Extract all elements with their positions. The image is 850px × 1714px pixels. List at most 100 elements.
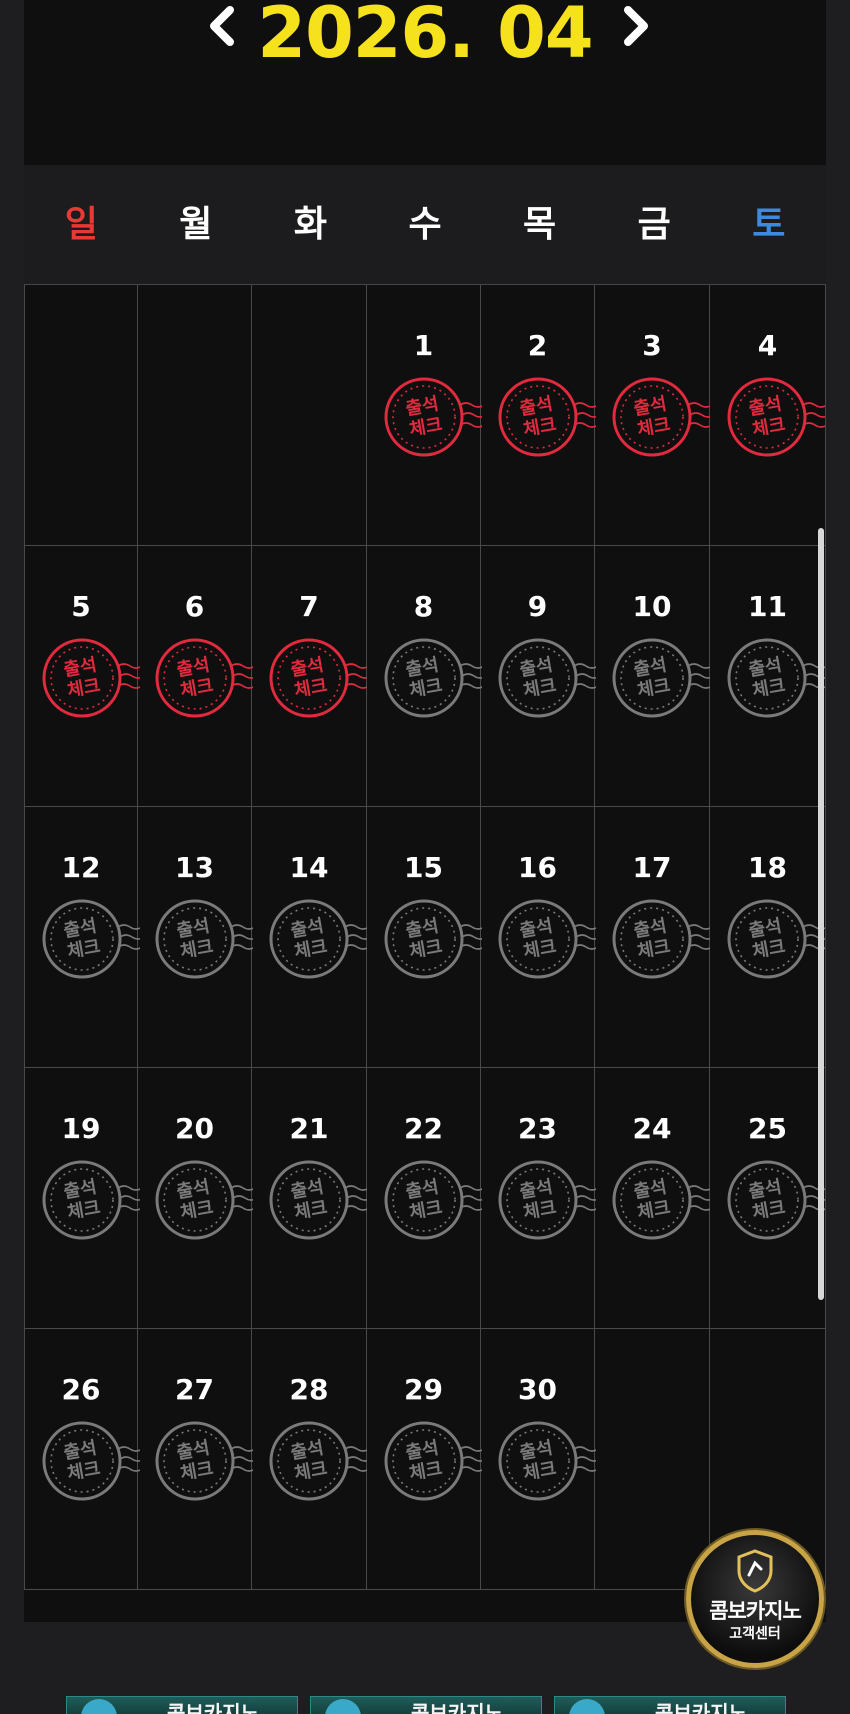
calendar-cell: 2 출석 체크 [481, 285, 601, 546]
day-number: 16 [518, 851, 557, 884]
day-number: 4 [757, 329, 778, 362]
stamp-label: 출석 체크 [165, 1170, 225, 1230]
weekday-wed: 수 [408, 204, 442, 245]
attendance-stamp-checked[interactable]: 출석 체크 [40, 636, 145, 722]
calendar-cell: 22 출석 체크 [367, 1068, 487, 1329]
calendar-cell: 19 출석 체크 [24, 1068, 145, 1329]
attendance-stamp[interactable]: 출석 체크 [382, 636, 487, 722]
attendance-stamp[interactable]: 출석 체크 [267, 1158, 372, 1244]
promo-banner-3[interactable]: 콤보카지노 [554, 1696, 786, 1714]
stamp-label: 출석 체크 [165, 1431, 225, 1491]
calendar-cell: 16 출석 체크 [481, 807, 601, 1068]
promo-banner-2[interactable]: 콤보카지노 [310, 1696, 542, 1714]
attendance-stamp[interactable]: 출석 체크 [496, 1419, 601, 1505]
attendance-stamp[interactable]: 출석 체크 [382, 1419, 487, 1505]
stamp-label: 출석 체크 [622, 1170, 682, 1230]
calendar-cell: 17 출석 체크 [595, 807, 715, 1068]
attendance-stamp[interactable]: 출석 체크 [725, 1158, 830, 1244]
customer-support-button[interactable]: 콤보카지노 고객센터 [686, 1530, 824, 1668]
calendar-cell: 13 출석 체크 [138, 807, 258, 1068]
next-month-button[interactable] [616, 4, 656, 48]
calendar-cell: 18 출석 체크 [710, 807, 830, 1068]
calendar-cell: 21 출석 체크 [252, 1068, 372, 1329]
attendance-stamp[interactable]: 출석 체크 [382, 1158, 487, 1244]
attendance-stamp[interactable]: 출석 체크 [382, 897, 487, 983]
banner-orb-icon [325, 1699, 361, 1714]
stamp-text: 체크 [407, 1197, 444, 1224]
calendar-cell: 25 출석 체크 [710, 1068, 830, 1329]
shield-icon [737, 1549, 773, 1593]
calendar-cell: 7 출석 체크 [252, 546, 372, 807]
attendance-stamp[interactable]: 출석 체크 [153, 1419, 258, 1505]
calendar-cell: 26 출석 체크 [24, 1329, 145, 1590]
stamp-label: 출석 체크 [52, 648, 112, 708]
calendar-cell: 23 출석 체크 [481, 1068, 601, 1329]
banner-orb-icon [81, 1699, 117, 1714]
promo-banner-1[interactable]: 콤보카지노 [66, 1696, 298, 1714]
attendance-stamp[interactable]: 출석 체크 [40, 1158, 145, 1244]
attendance-stamp-checked[interactable]: 출석 체크 [496, 375, 601, 461]
support-title: 콤보카지노 [709, 1599, 802, 1623]
scrollbar[interactable] [818, 528, 824, 1300]
stamp-label: 출석 체크 [508, 1431, 568, 1491]
attendance-stamp-checked[interactable]: 출석 체크 [725, 375, 830, 461]
day-number: 9 [527, 590, 548, 623]
day-number: 25 [748, 1112, 787, 1145]
stamp-text: 체크 [521, 936, 558, 963]
stamp-text: 체크 [521, 1197, 558, 1224]
attendance-stamp[interactable]: 출석 체크 [496, 636, 601, 722]
attendance-stamp[interactable]: 출석 체크 [610, 636, 715, 722]
day-number: 22 [404, 1112, 443, 1145]
attendance-stamp-checked[interactable]: 출석 체크 [382, 375, 487, 461]
attendance-stamp[interactable]: 출석 체크 [153, 897, 258, 983]
calendar-cell: 20 출석 체크 [138, 1068, 258, 1329]
attendance-stamp[interactable]: 출석 체크 [153, 1158, 258, 1244]
attendance-stamp[interactable]: 출석 체크 [725, 897, 830, 983]
day-number: 21 [289, 1112, 329, 1145]
day-number: 14 [289, 851, 329, 884]
day-number: 19 [61, 1112, 101, 1145]
calendar-cell: 30 출석 체크 [481, 1329, 601, 1590]
attendance-stamp[interactable]: 출석 체크 [725, 636, 830, 722]
attendance-stamp-checked[interactable]: 출석 체크 [153, 636, 258, 722]
day-number: 18 [748, 851, 787, 884]
stamp-label: 출석 체크 [394, 909, 454, 969]
calendar-cell: 8 출석 체크 [367, 546, 487, 807]
weekday-sat: 토 [752, 204, 786, 245]
attendance-stamp[interactable]: 출석 체크 [610, 897, 715, 983]
day-number: 20 [175, 1112, 214, 1145]
stamp-text: 체크 [750, 936, 787, 963]
stamp-label: 출석 체크 [394, 387, 454, 447]
stamp-text: 체크 [65, 675, 102, 702]
stamp-text: 체크 [65, 936, 102, 963]
calendar-header: 2026. 04 [24, 0, 826, 165]
day-number: 11 [748, 590, 787, 623]
day-number: 17 [632, 851, 672, 884]
stamp-label: 출석 체크 [737, 909, 797, 969]
day-number: 7 [299, 590, 319, 623]
stamp-label: 출석 체크 [52, 909, 112, 969]
weekday-fri: 금 [637, 204, 671, 245]
weekday-tue: 화 [293, 204, 327, 245]
calendar-cell: 1 출석 체크 [367, 285, 487, 546]
stamp-label: 출석 체크 [622, 387, 682, 447]
attendance-stamp-checked[interactable]: 출석 체크 [267, 636, 372, 722]
attendance-stamp[interactable]: 출석 체크 [496, 897, 601, 983]
attendance-stamp[interactable]: 출석 체크 [496, 1158, 601, 1244]
stamp-text: 체크 [292, 1197, 329, 1224]
day-number: 6 [184, 590, 205, 623]
attendance-stamp[interactable]: 출석 체크 [40, 897, 145, 983]
stamp-text: 체크 [635, 675, 672, 702]
attendance-stamp[interactable]: 출석 체크 [40, 1419, 145, 1505]
stamp-label: 출석 체크 [165, 648, 225, 708]
attendance-stamp-checked[interactable]: 출석 체크 [610, 375, 715, 461]
calendar-cell: 14 출석 체크 [252, 807, 372, 1068]
attendance-stamp[interactable]: 출석 체크 [267, 1419, 372, 1505]
attendance-stamp[interactable]: 출석 체크 [267, 897, 372, 983]
stamp-label: 출석 체크 [279, 1170, 339, 1230]
attendance-stamp[interactable]: 출석 체크 [610, 1158, 715, 1244]
stamp-label: 출석 체크 [394, 648, 454, 708]
stamp-text: 체크 [750, 1197, 787, 1224]
day-number: 13 [175, 851, 214, 884]
weekday-row: 일 월 화 수 목 금 토 [24, 165, 826, 284]
